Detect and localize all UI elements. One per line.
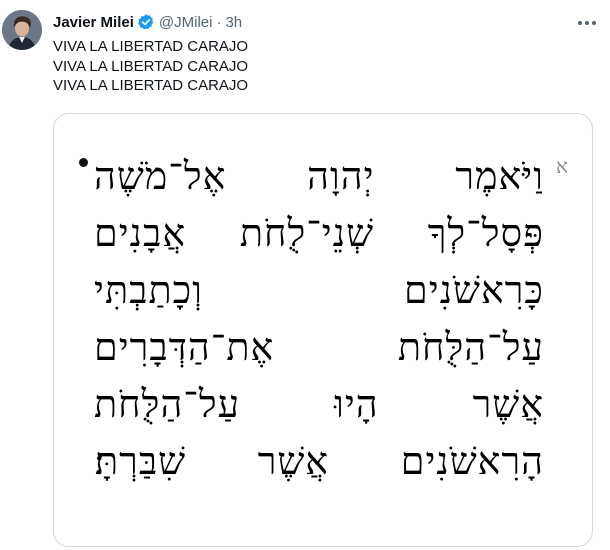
tweet-text: VIVA LA LIBERTAD CARAJO VIVA LA LIBERTAD… (53, 37, 248, 96)
tweet-text-line: VIVA LA LIBERTAD CARAJO (53, 38, 249, 55)
hebrew-line: וַיֹּאמֶר יְהוָה אֶל־מֹשֶׁה (94, 154, 544, 198)
author-handle[interactable]: @JMilei (159, 14, 213, 31)
avatar[interactable] (2, 10, 42, 50)
tweet[interactable]: Javier Milei @JMilei · 3h VIVA LA LIBERT… (0, 0, 610, 550)
verified-badge-icon (137, 13, 155, 31)
hebrew-verse-text: וַיֹּאמֶר יְהוָה אֶל־מֹשֶׁה פְּסָל־לְךָ … (94, 148, 544, 490)
verse-number: א (556, 154, 569, 178)
tweet-text-line: VIVA LA LIBERTAD CARAJO (53, 77, 249, 94)
tweet-text-line: VIVA LA LIBERTAD CARAJO (53, 57, 249, 75)
hebrew-line: הָרִאשֹׁנִים אֲשֶׁר שִׁבַּרְתָּ׃ (94, 439, 544, 483)
tweet-timestamp[interactable]: 3h (225, 14, 242, 31)
author-name[interactable]: Javier Milei (53, 14, 134, 31)
tweet-header: Javier Milei @JMilei · 3h (53, 11, 242, 33)
separator-dot: · (216, 13, 222, 31)
more-options-icon[interactable] (574, 10, 600, 36)
bullet-point (79, 158, 88, 167)
hebrew-line: כָּרִאשֹׁנִים וְכָתַבְתִּי (94, 268, 544, 312)
hebrew-line: עַל־הַלֻּחֹת אֶת־הַדְּבָרִים (94, 325, 544, 369)
hebrew-line: אֲשֶׁר הָיוּ עַל־הַלֻּחֹת (94, 382, 544, 426)
tweet-media-image[interactable]: א וַיֹּאמֶר יְהוָה אֶל־מֹשֶׁה פְּסָל־לְך… (53, 113, 593, 547)
hebrew-line: פְּסָל־לְךָ שְׁנֵי־לֻחֹת אֲבָנִים (94, 211, 544, 255)
